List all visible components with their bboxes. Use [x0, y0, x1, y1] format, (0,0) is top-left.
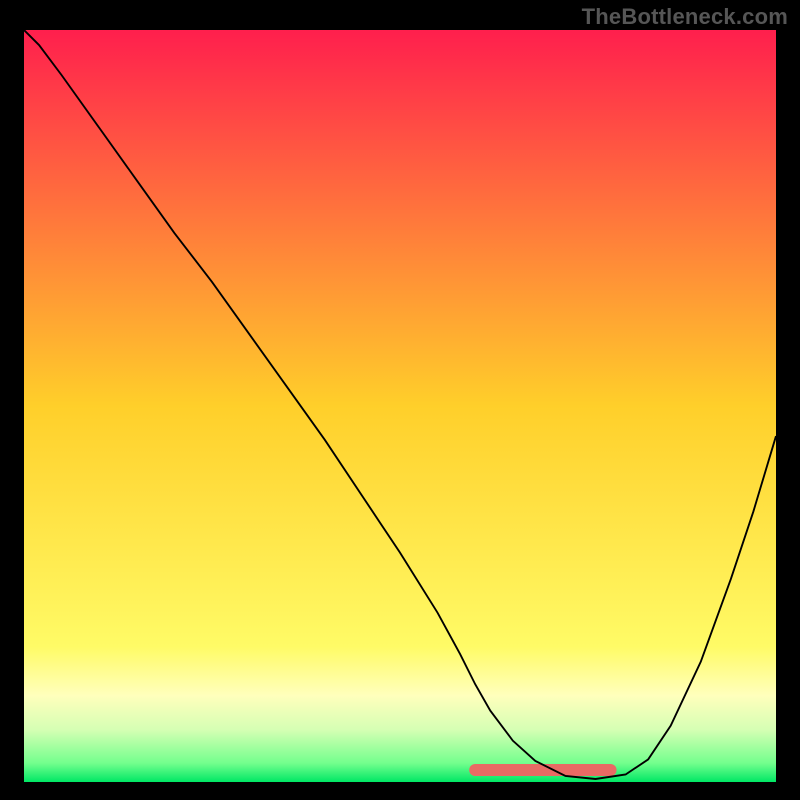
watermark-text: TheBottleneck.com [582, 4, 788, 30]
chart-frame: TheBottleneck.com [0, 0, 800, 800]
gradient-bg [24, 30, 776, 782]
bottleneck-chart [24, 30, 776, 782]
